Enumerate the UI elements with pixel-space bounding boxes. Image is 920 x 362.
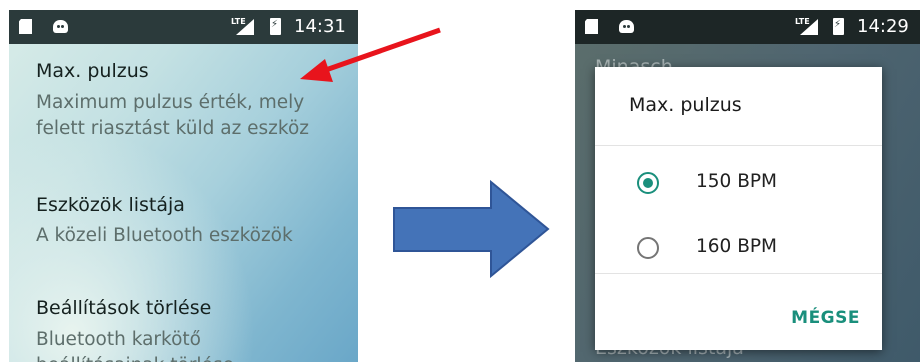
red-pointer-arrow xyxy=(300,27,441,82)
transition-arrow xyxy=(393,179,550,279)
annotation-layer xyxy=(300,27,550,279)
